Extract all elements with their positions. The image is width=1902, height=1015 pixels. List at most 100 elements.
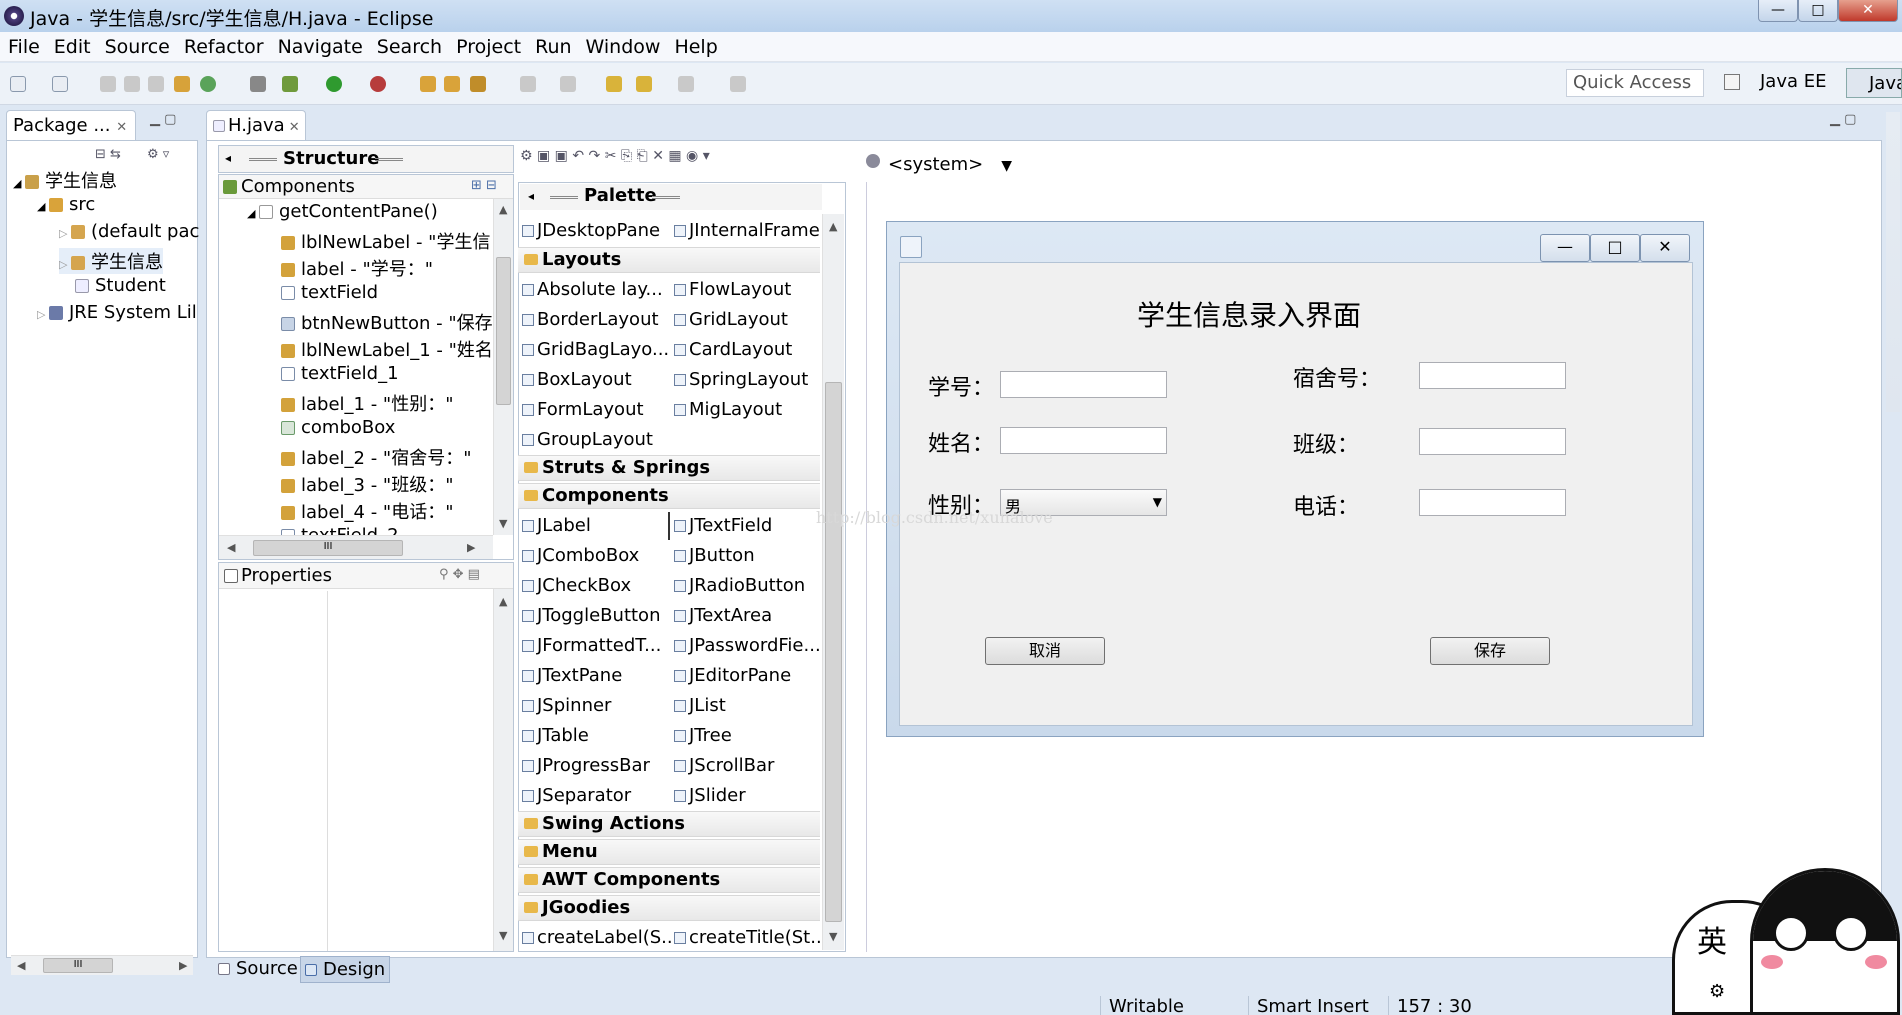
- palette-item[interactable]: MigLayout: [674, 399, 782, 420]
- menu-search[interactable]: Search: [377, 36, 442, 58]
- horizontal-scrollbar[interactable]: ◀ III ▶: [11, 955, 193, 975]
- gear-icon[interactable]: ⚙: [1709, 981, 1725, 1002]
- debug-icon[interactable]: [282, 76, 298, 92]
- palette-item[interactable]: SpringLayout: [674, 369, 808, 390]
- tree-item-component[interactable]: label_4 - "电话：": [281, 498, 453, 524]
- scroll-thumb[interactable]: III: [253, 540, 403, 556]
- horizontal-scrollbar[interactable]: ◀ III ▶: [219, 535, 493, 559]
- scroll-thumb[interactable]: [496, 257, 511, 405]
- open-perspective-icon[interactable]: [1724, 74, 1740, 90]
- minimize-view-icon[interactable]: ▁ ▢: [150, 112, 176, 127]
- menu-file[interactable]: File: [8, 36, 40, 58]
- tree-item-component[interactable]: comboBox: [281, 417, 395, 438]
- palette-item[interactable]: GroupLayout: [522, 429, 653, 450]
- close-button[interactable]: ✕: [1838, 0, 1898, 22]
- palette-item[interactable]: FormLayout: [522, 399, 644, 420]
- run-icon[interactable]: [326, 76, 342, 92]
- close-icon[interactable]: ✕: [285, 120, 300, 135]
- palette-item[interactable]: JProgressBar: [522, 755, 650, 776]
- palette-item[interactable]: JFormattedT...: [522, 635, 661, 656]
- print-icon[interactable]: [148, 76, 164, 92]
- properties-toolbar-icon[interactable]: ⚲ ✥ ▤: [439, 567, 480, 582]
- palette-category-awt[interactable]: AWT Components: [518, 867, 820, 893]
- palette-category-jgoodies[interactable]: JGoodies: [518, 895, 820, 921]
- new-wizard-icon[interactable]: [52, 76, 68, 92]
- tree-item-component[interactable]: label_3 - "班级：": [281, 471, 453, 497]
- palette-item[interactable]: createLabel(S...: [522, 927, 678, 948]
- tree-item-component[interactable]: btnNewButton - "保存: [281, 309, 493, 335]
- tree-item-default-package[interactable]: ▷ (default pac: [59, 221, 199, 242]
- cancel-button[interactable]: 取消: [985, 637, 1105, 665]
- palette-category-components[interactable]: Components: [518, 483, 820, 509]
- tab-design[interactable]: Design: [300, 956, 391, 983]
- collapse-all-icon[interactable]: ⊟ ⇆: [95, 147, 121, 162]
- tree-item-content-pane[interactable]: ◢ getContentPane(): [247, 201, 438, 222]
- palette-item[interactable]: JButton: [674, 545, 755, 566]
- palette-item[interactable]: BorderLayout: [522, 309, 659, 330]
- new-icon[interactable]: [10, 76, 26, 92]
- tab-h-java[interactable]: H.java ✕: [206, 110, 306, 144]
- tree-item-component[interactable]: label_2 - "宿舍号：": [281, 444, 471, 470]
- minimize-button[interactable]: —: [1758, 0, 1798, 22]
- menu-help[interactable]: Help: [674, 36, 717, 58]
- tree-item-component[interactable]: textField_2: [281, 525, 399, 535]
- open-task-icon[interactable]: [444, 76, 460, 92]
- tree-item-project[interactable]: ◢ 学生信息: [13, 167, 117, 193]
- menu-refactor[interactable]: Refactor: [184, 36, 264, 58]
- menu-run[interactable]: Run: [535, 36, 571, 58]
- palette-item[interactable]: createTitle(St...: [674, 927, 827, 948]
- skip-breakpoints-icon[interactable]: [250, 76, 266, 92]
- tab-source[interactable]: Source: [218, 958, 298, 979]
- palette-item[interactable]: FlowLayout: [674, 279, 791, 300]
- palette-item[interactable]: JSeparator: [522, 785, 631, 806]
- tree-item-component[interactable]: textField: [281, 282, 378, 303]
- vertical-scrollbar[interactable]: ▲ ▼: [493, 199, 513, 535]
- palette-item[interactable]: Absolute lay...: [522, 279, 663, 300]
- scroll-thumb[interactable]: [825, 382, 842, 922]
- palette-category-menu[interactable]: Menu: [518, 839, 820, 865]
- collapse-icon[interactable]: ◂: [528, 189, 534, 203]
- tree-item-component[interactable]: label_1 - "性别：": [281, 390, 453, 416]
- palette-item[interactable]: JInternalFrame: [674, 220, 820, 241]
- palette-category-struts[interactable]: Struts & Springs: [518, 455, 820, 481]
- save-button[interactable]: 保存: [1430, 637, 1550, 665]
- tree-item-student[interactable]: Student: [75, 275, 166, 296]
- frame-minimize-button[interactable]: —: [1540, 234, 1590, 262]
- perspective-java-ee[interactable]: Java EE: [1742, 71, 1827, 92]
- palette-item[interactable]: JTextField: [674, 515, 772, 536]
- back-icon[interactable]: [636, 76, 652, 92]
- palette-item[interactable]: JToggleButton: [522, 605, 660, 626]
- next-annotation-icon[interactable]: [520, 76, 536, 92]
- scroll-thumb[interactable]: III: [43, 958, 113, 973]
- menu-navigate[interactable]: Navigate: [278, 36, 363, 58]
- menu-edit[interactable]: Edit: [54, 36, 91, 58]
- palette-item[interactable]: JSlider: [674, 785, 746, 806]
- tree-item-component[interactable]: lblNewLabel - "学生信: [281, 228, 490, 254]
- palette-category-layouts[interactable]: Layouts: [518, 247, 820, 273]
- palette-category-swing-actions[interactable]: Swing Actions: [518, 811, 820, 837]
- open-type-icon[interactable]: [420, 76, 436, 92]
- palette-item[interactable]: JTextArea: [674, 605, 772, 626]
- palette-item[interactable]: JComboBox: [522, 545, 639, 566]
- tab-package-explorer[interactable]: Package ... ✕: [6, 110, 136, 144]
- tree-item-jre[interactable]: ▷ JRE System Lil: [37, 302, 197, 323]
- name-field[interactable]: [1000, 427, 1167, 454]
- menu-project[interactable]: Project: [456, 36, 521, 58]
- palette-item[interactable]: JTable: [522, 725, 589, 746]
- phone-field[interactable]: [1419, 489, 1566, 516]
- menu-source[interactable]: Source: [105, 36, 170, 58]
- palette-item[interactable]: JTree: [674, 725, 732, 746]
- menu-window[interactable]: Window: [586, 36, 661, 58]
- close-icon[interactable]: ✕: [116, 120, 127, 135]
- palette-item[interactable]: JLabel: [522, 515, 591, 536]
- tree-item-package[interactable]: ▷ 学生信息: [59, 248, 163, 274]
- pin-editor-icon[interactable]: [730, 76, 746, 92]
- maximize-button[interactable]: □: [1798, 0, 1838, 22]
- search-icon[interactable]: [470, 76, 486, 92]
- prev-annotation-icon[interactable]: [560, 76, 576, 92]
- palette-item[interactable]: JEditorPane: [674, 665, 791, 686]
- palette-item[interactable]: JSpinner: [522, 695, 611, 716]
- tree-item-component[interactable]: label - "学号：": [281, 255, 433, 281]
- palette-item[interactable]: JDesktopPane: [522, 220, 660, 241]
- palette-item[interactable]: CardLayout: [674, 339, 792, 360]
